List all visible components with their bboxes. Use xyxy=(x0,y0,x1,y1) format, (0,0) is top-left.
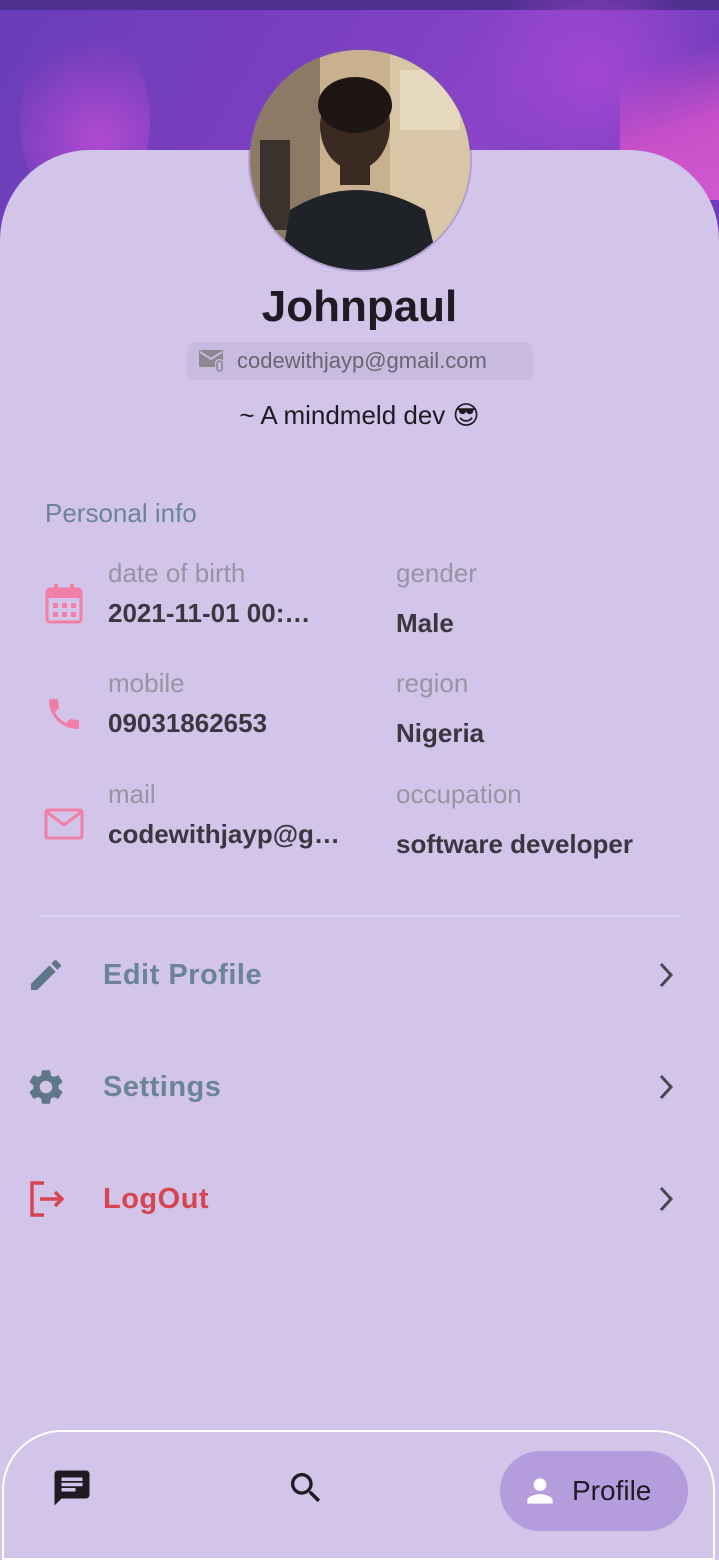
section-title: Personal info xyxy=(45,498,197,528)
profile-nav-button[interactable]: Profile xyxy=(500,1451,688,1531)
divider xyxy=(40,915,680,917)
chat-nav-button[interactable] xyxy=(46,1464,98,1516)
edit-profile-label: Edit Profile xyxy=(103,958,263,991)
chat-icon xyxy=(50,1467,94,1514)
mobile-label: mobile xyxy=(108,668,185,698)
pencil-icon xyxy=(24,953,68,997)
chevron-right-icon xyxy=(652,1185,680,1213)
phone-icon xyxy=(44,694,84,734)
occupation-label: occupation xyxy=(396,779,522,809)
calendar-icon xyxy=(44,584,84,624)
gender-value: Male xyxy=(396,608,454,638)
avatar-photo xyxy=(250,50,470,270)
chevron-right-icon xyxy=(652,1073,680,1101)
person-icon xyxy=(520,1471,560,1511)
gender-label: gender xyxy=(396,558,477,588)
logout-button[interactable]: LogOut xyxy=(0,1159,719,1239)
dob-label: date of birth xyxy=(108,558,246,588)
logout-icon xyxy=(24,1177,68,1221)
settings-label: Settings xyxy=(103,1070,222,1103)
settings-button[interactable]: Settings xyxy=(0,1047,719,1127)
search-icon xyxy=(286,1468,326,1513)
occupation-value: software developer xyxy=(396,829,633,859)
avatar[interactable] xyxy=(250,50,470,270)
logout-label: LogOut xyxy=(103,1182,210,1215)
chevron-right-icon xyxy=(652,961,680,989)
profile-bio: ~ A mindmeld dev 😎 xyxy=(239,400,480,430)
mail-attachment-icon xyxy=(197,346,227,376)
profile-nav-label: Profile xyxy=(572,1475,652,1506)
region-label: region xyxy=(396,668,469,698)
profile-email: codewithjayp@gmail.com xyxy=(237,348,487,373)
region-value: Nigeria xyxy=(396,718,485,748)
profile-name: Johnpaul xyxy=(261,282,458,331)
dob-value: 2021-11-01 00:… xyxy=(108,598,311,628)
email-chip: codewithjayp@gmail.com xyxy=(187,342,533,380)
mail-label: mail xyxy=(108,779,156,809)
edit-profile-button[interactable]: Edit Profile xyxy=(0,935,719,1015)
mail-value: codewithjayp@g… xyxy=(108,819,340,849)
search-nav-button[interactable] xyxy=(281,1465,331,1515)
mail-icon xyxy=(44,804,84,844)
gear-icon xyxy=(24,1065,68,1109)
mobile-value: 09031862653 xyxy=(108,708,268,738)
